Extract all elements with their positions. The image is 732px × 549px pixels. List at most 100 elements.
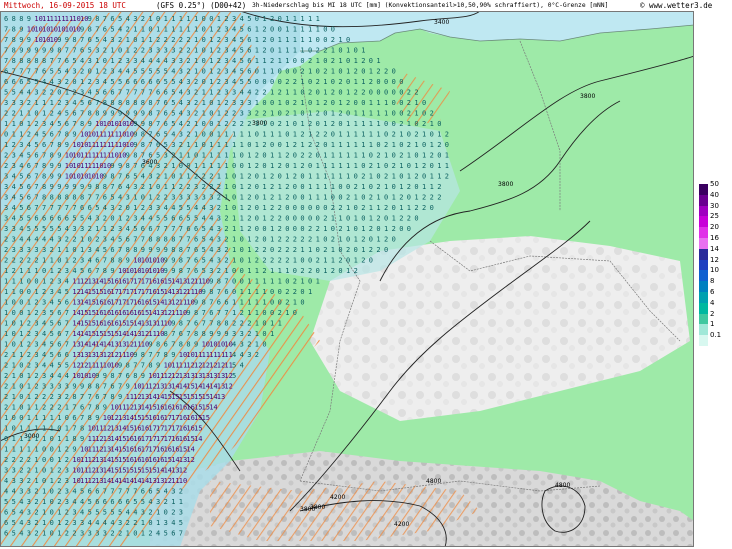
precip-value: 2 xyxy=(217,89,221,97)
precip-value: 4 xyxy=(103,204,107,212)
precip-value: 1 xyxy=(308,194,312,202)
precip-value: 1 xyxy=(12,383,16,391)
precip-value: 8 xyxy=(12,15,16,23)
precip-value: 2 xyxy=(65,78,69,86)
precip-value: 0 xyxy=(308,257,312,265)
precip-value: 5 xyxy=(12,530,16,538)
precip-value: 2 xyxy=(407,99,411,107)
precip-value: 3 xyxy=(179,131,183,139)
precip-value: 2 xyxy=(247,341,251,349)
precip-value: 4 xyxy=(171,519,175,527)
precip-value: 7 xyxy=(50,141,54,149)
precip-value: 0 xyxy=(255,173,259,181)
precip-value: 9 xyxy=(103,173,107,181)
precip-value: 8 xyxy=(164,236,168,244)
precip-value: 8 xyxy=(118,99,122,107)
precip-value: 1 xyxy=(247,236,251,244)
precip-value: 1 xyxy=(65,404,69,412)
precip-value: 7 xyxy=(179,236,183,244)
precip-value: 1 xyxy=(217,110,221,118)
precip-value: 0 xyxy=(12,414,16,422)
precip-value: 2 xyxy=(171,152,175,160)
precip-value: 2 xyxy=(65,519,69,527)
precip-value: 0 xyxy=(437,152,441,160)
precip-value: 3 xyxy=(57,78,61,86)
precip-value: 4 xyxy=(232,68,236,76)
precip-value: 9 xyxy=(95,372,99,380)
precip-value: 0 xyxy=(285,68,289,76)
precip-value: 0 xyxy=(293,309,297,317)
precip-value: 5 xyxy=(133,498,137,506)
precip-value: 1 xyxy=(224,141,228,149)
precip-value: 1 xyxy=(361,47,365,55)
precip-value: 2 xyxy=(88,225,92,233)
precip-value: 2 xyxy=(194,173,198,181)
precip-value: 5 xyxy=(65,110,69,118)
precip-value: 1 xyxy=(19,330,23,338)
precip-value: 9 xyxy=(148,246,152,254)
precip-value: 1 xyxy=(224,162,228,170)
precip-value: 4 xyxy=(27,236,31,244)
precip-value: 0 xyxy=(300,299,304,307)
precip-value: 9 xyxy=(217,330,221,338)
precip-value: 2 xyxy=(293,278,297,286)
precip-value: 6 xyxy=(34,215,38,223)
precip-value: 0 xyxy=(232,288,236,296)
precip-value: 0 xyxy=(384,246,388,254)
precip-value: 3 xyxy=(247,99,251,107)
precip-value: 2 xyxy=(12,257,16,265)
precip-value: 8 xyxy=(12,36,16,44)
precip-value: 1 xyxy=(331,257,335,265)
precip-value: 0 xyxy=(50,530,54,538)
precip-value: 1 xyxy=(57,446,61,454)
precip-value: 6 xyxy=(141,162,145,170)
precip-value: 4 xyxy=(19,519,23,527)
precip-value: 2 xyxy=(247,225,251,233)
precip-value: 2 xyxy=(414,204,418,212)
precip-value: 3 xyxy=(209,204,213,212)
precip-value: 5 xyxy=(240,36,244,44)
precip-value: 1 xyxy=(240,299,244,307)
precip-value: 7 xyxy=(34,194,38,202)
precip-value: 1 xyxy=(285,36,289,44)
precip-value: 0 xyxy=(34,110,38,118)
precip-value: 8 xyxy=(12,57,16,65)
precip-value: 0 xyxy=(308,78,312,86)
precip-value: 5 xyxy=(156,152,160,160)
precip-value: 4 xyxy=(118,194,122,202)
precip-value: 5 xyxy=(164,141,168,149)
precip-value: 2 xyxy=(4,456,8,464)
precip-value: 1 xyxy=(285,26,289,34)
precip-value: 2 xyxy=(42,393,46,401)
precip-value: 1 xyxy=(255,99,259,107)
precip-value: 7 xyxy=(186,330,190,338)
precip-value: 1 xyxy=(202,99,206,107)
precip-value: 0 xyxy=(202,120,206,128)
precip-value: 1 xyxy=(217,15,221,23)
precip-value: 1 xyxy=(27,383,31,391)
precip-value: 9 xyxy=(209,278,213,286)
precip-value: 4 xyxy=(103,519,107,527)
precip-value: 0 xyxy=(270,78,274,86)
precip-value: 1 xyxy=(194,131,198,139)
legend-swatch xyxy=(699,227,708,238)
precip-value: 7 xyxy=(141,89,145,97)
precip-value: 5 xyxy=(171,99,175,107)
precip-value: 5 xyxy=(80,99,84,107)
contour-label: 4800 xyxy=(555,482,570,489)
precip-value: 3 xyxy=(194,194,198,202)
precip-value: 1 xyxy=(262,15,266,23)
precip-value: 0 xyxy=(50,509,54,517)
precip-value: 1 xyxy=(50,467,54,475)
precip-value: 0 xyxy=(202,68,206,76)
precip-value: 4 xyxy=(126,183,130,191)
precip-value: 3 xyxy=(42,309,46,317)
precip-value: 0 xyxy=(369,89,373,97)
precip-value: 1 xyxy=(50,477,54,485)
precip-value: 0 xyxy=(270,47,274,55)
precip-value: 9 xyxy=(133,120,137,128)
precip-value: 3 xyxy=(202,194,206,202)
precip-value: 2 xyxy=(240,320,244,328)
precip-value: 0 xyxy=(50,519,54,527)
precip-value: 1 xyxy=(202,110,206,118)
